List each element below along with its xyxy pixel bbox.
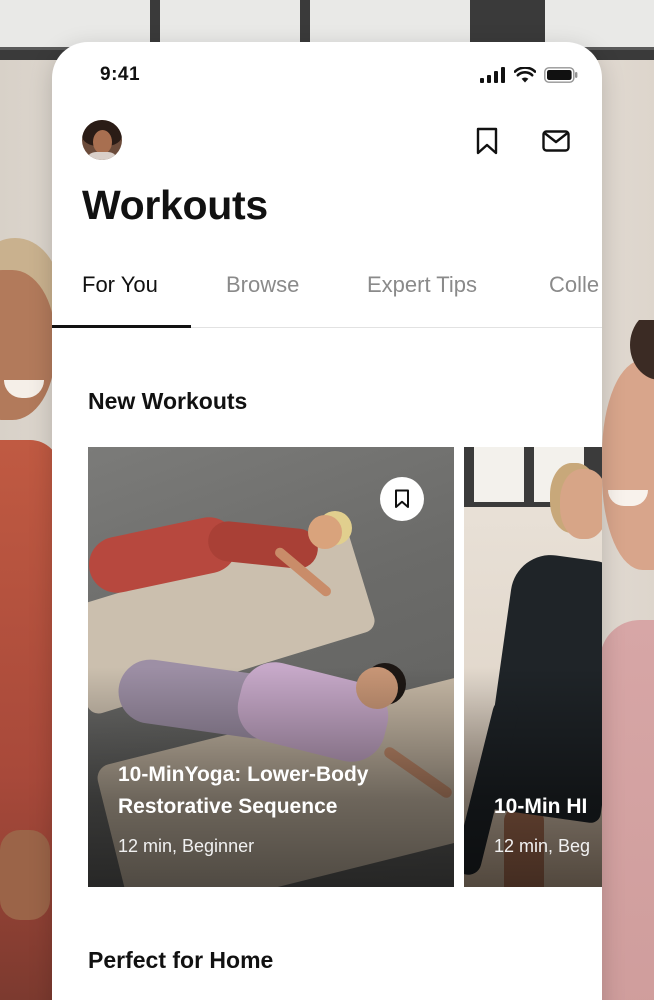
active-tab-indicator — [52, 325, 191, 328]
inbox-button[interactable] — [541, 126, 571, 156]
section-title-perfect-for-home: Perfect for Home — [88, 947, 274, 973]
status-bar: 9:41 — [52, 42, 602, 112]
page-title: Workouts — [82, 182, 268, 228]
workout-card-meta: 12 min, Beg — [494, 836, 591, 856]
bookmarks-button[interactable] — [472, 126, 502, 156]
tab-bar: For You Browse Expert Tips Colle — [52, 270, 602, 328]
tab-browse[interactable]: Browse — [226, 272, 299, 328]
new-workouts-carousel[interactable]: 10-MinYoga: Lower-Body Restorative Seque… — [88, 447, 602, 887]
wifi-icon — [514, 67, 536, 83]
tab-collections[interactable]: Colle — [549, 272, 599, 328]
bookmark-icon — [476, 127, 498, 155]
cellular-signal-icon — [480, 67, 505, 83]
profile-avatar[interactable] — [82, 120, 122, 160]
status-time: 9:41 — [100, 64, 141, 85]
workout-card-title: 10-MinYoga: Lower-Body Restorative Seque… — [118, 763, 369, 818]
battery-icon — [544, 67, 578, 83]
tab-for-you[interactable]: For You — [82, 272, 158, 328]
section-title-new-workouts: New Workouts — [88, 388, 248, 414]
save-workout-button[interactable] — [380, 477, 424, 521]
background-person-right — [600, 320, 654, 1000]
phone-screen: 9:41 Workouts For You Browse Expert Tips… — [52, 42, 602, 1000]
workout-card-meta: 12 min, Beginner — [118, 836, 255, 856]
workout-card-title: 10-Min HI — [494, 795, 588, 818]
mail-icon — [542, 130, 570, 152]
tab-expert-tips[interactable]: Expert Tips — [367, 272, 477, 328]
workout-card[interactable]: 10-MinYoga: Lower-Body Restorative Seque… — [88, 447, 454, 887]
workout-card[interactable]: 10-Min HI 12 min, Beg — [464, 447, 602, 887]
status-icons — [480, 67, 578, 83]
background-person-left — [0, 230, 60, 1000]
bookmark-icon — [395, 489, 409, 508]
